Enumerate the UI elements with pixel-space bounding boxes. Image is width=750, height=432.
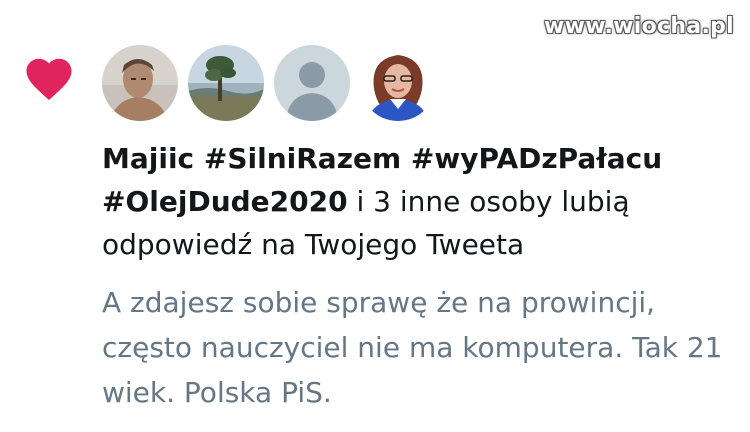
like-notification-text: Majiic #SilniRazem #wyPADzPałacu #OlejDu… [102,137,732,266]
watermark: www.wiocha.pl [544,14,734,39]
avatar[interactable] [188,45,264,121]
avatar[interactable] [102,45,178,121]
avatar[interactable] [274,45,350,121]
heart-icon [26,58,72,101]
reply-preview[interactable]: A zdajesz sobie sprawę że na prowincji, … [102,280,732,415]
avatar[interactable] [360,45,436,121]
